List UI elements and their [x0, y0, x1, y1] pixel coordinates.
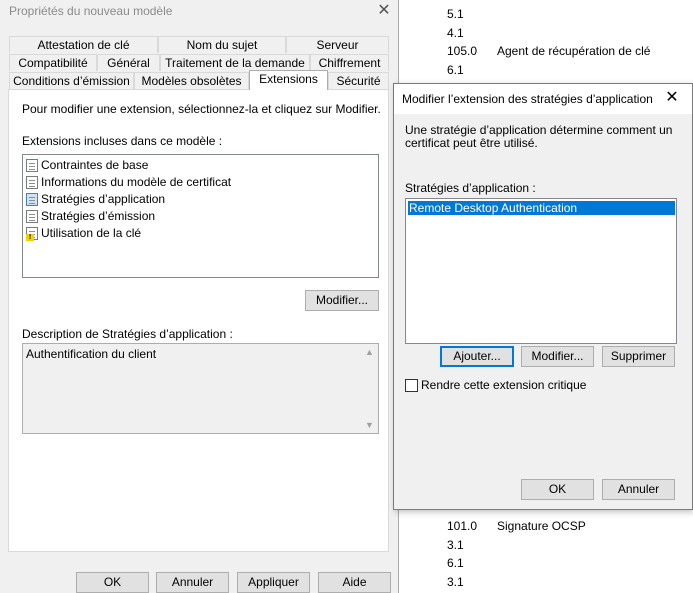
- certificate-icon: [26, 193, 38, 207]
- template-properties-dialog: Propriétés du nouveau modèle ✕ Attestati…: [0, 0, 399, 593]
- background-list-row: 101.0 Signature OCSP: [447, 519, 586, 533]
- scroll-down-icon[interactable]: ▼: [365, 420, 374, 430]
- extensions-label: Extensions incluses dans ce modèle :: [22, 134, 223, 148]
- cancel-button[interactable]: Annuler: [156, 572, 229, 593]
- critical-checkbox-label[interactable]: Rendre cette extension critique: [421, 378, 586, 392]
- tab-conditions-emission[interactable]: Conditions d’émission: [9, 72, 134, 89]
- ok-button[interactable]: OK: [76, 572, 149, 593]
- certificate-icon: [26, 210, 38, 224]
- list-item[interactable]: Remote Desktop Authentication: [408, 201, 675, 215]
- sub-cancel-button[interactable]: Annuler: [602, 479, 675, 500]
- list-item[interactable]: Contraintes de base: [26, 157, 148, 174]
- background-list-row: 3.1: [447, 575, 464, 589]
- background-list-row: 6.1: [447, 63, 464, 77]
- sub-dialog-title: Modifier l’extension des stratégies d’ap…: [402, 92, 653, 106]
- list-item[interactable]: Stratégies d’application: [26, 191, 165, 208]
- policy-description: Une stratégie d’application détermine co…: [405, 123, 673, 150]
- dialog-title: Propriétés du nouveau modèle: [9, 4, 173, 18]
- background-list-row: 5.1: [447, 7, 464, 21]
- critical-checkbox[interactable]: [405, 379, 418, 392]
- background-list-row: 3.1: [447, 538, 464, 552]
- apply-button[interactable]: Appliquer: [237, 572, 310, 593]
- description-text: Authentification du client: [26, 347, 157, 361]
- tab-attestation-de-cle[interactable]: Attestation de clé: [9, 36, 158, 53]
- sub-ok-button[interactable]: OK: [521, 479, 594, 500]
- sub-dialog-titlebar: Modifier l’extension des stratégies d’ap…: [394, 84, 692, 114]
- tab-extensions[interactable]: Extensions: [249, 70, 328, 90]
- warning-certificate-icon: [26, 227, 38, 242]
- edit-application-policies-dialog: Modifier l’extension des stratégies d’ap…: [393, 83, 693, 510]
- delete-policy-button[interactable]: Supprimer: [602, 346, 675, 367]
- application-policies-list[interactable]: Remote Desktop Authentication: [405, 198, 677, 344]
- extensions-list[interactable]: Contraintes de base Informations du modè…: [22, 154, 379, 278]
- description-box[interactable]: Authentification du client ▲ ▼: [22, 343, 379, 434]
- tab-securite[interactable]: Sécurité: [328, 72, 389, 89]
- tab-modeles-obsoletes[interactable]: Modèles obsolètes: [134, 72, 249, 89]
- description-label: Description de Stratégies d’application …: [22, 327, 233, 341]
- instruction-text: Pour modifier une extension, sélectionne…: [22, 102, 381, 116]
- certificate-icon: [26, 176, 38, 190]
- close-icon[interactable]: ✕: [376, 3, 392, 19]
- background-list-row: 6.1: [447, 556, 464, 570]
- help-button[interactable]: Aide: [318, 572, 391, 593]
- list-item[interactable]: Stratégies d’émission: [26, 208, 155, 225]
- policies-label: Stratégies d’application :: [405, 181, 536, 195]
- background-list-row: 4.1: [447, 26, 464, 40]
- tab-traitement-de-la-demande[interactable]: Traitement de la demande: [160, 54, 310, 71]
- modify-policy-button[interactable]: Modifier...: [521, 346, 594, 367]
- tab-serveur[interactable]: Serveur: [286, 36, 389, 53]
- certificate-icon: [26, 159, 38, 173]
- scroll-up-icon[interactable]: ▲: [365, 347, 374, 357]
- description-scrollbar[interactable]: ▲ ▼: [361, 344, 378, 433]
- modify-extension-button[interactable]: Modifier...: [305, 290, 379, 311]
- add-policy-button[interactable]: Ajouter...: [440, 346, 514, 367]
- tab-general[interactable]: Général: [97, 54, 160, 71]
- tab-chiffrement[interactable]: Chiffrement: [310, 54, 389, 71]
- list-item[interactable]: Utilisation de la clé: [26, 225, 141, 242]
- list-item[interactable]: Informations du modèle de certificat: [26, 174, 231, 191]
- tab-nom-du-sujet[interactable]: Nom du sujet: [158, 36, 286, 53]
- tab-compatibilite[interactable]: Compatibilité: [9, 54, 97, 71]
- close-icon[interactable]: ✕: [664, 90, 680, 106]
- background-list-row: 105.0 Agent de récupération de clé: [447, 44, 651, 58]
